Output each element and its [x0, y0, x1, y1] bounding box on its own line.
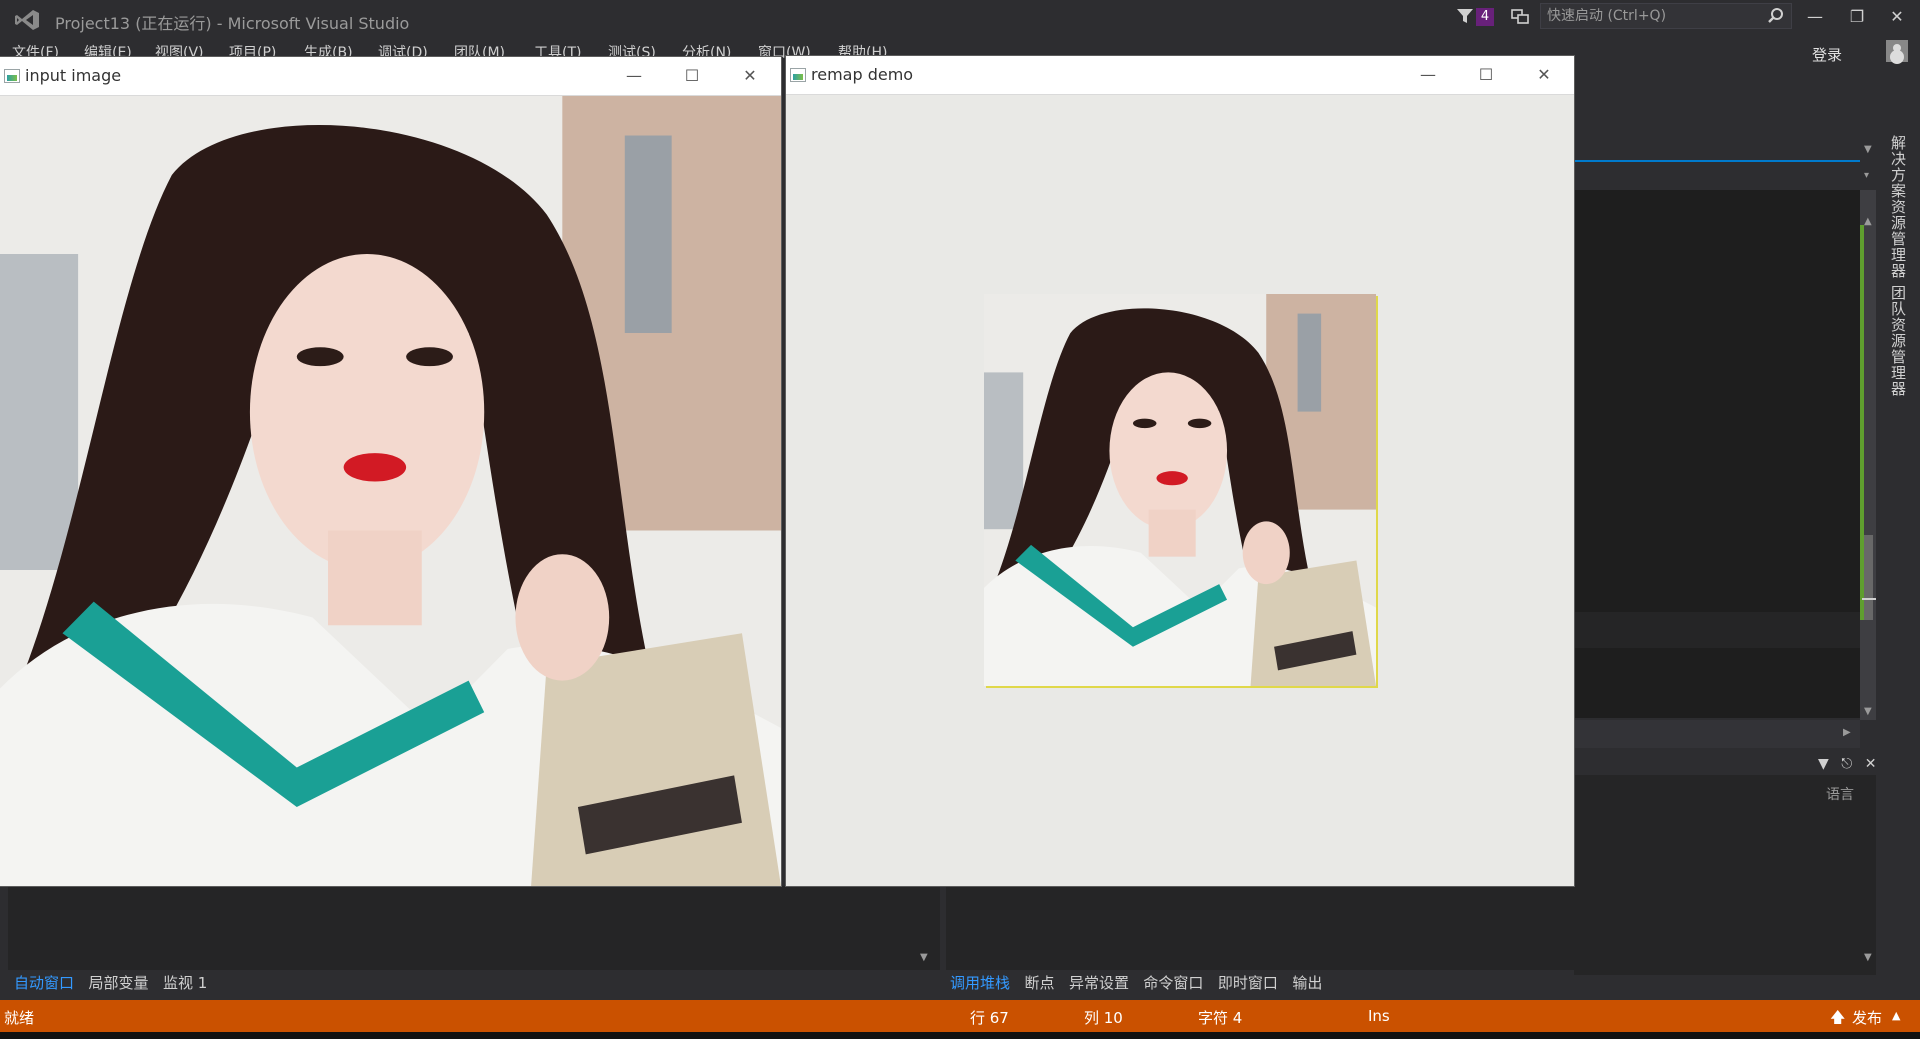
input-window-title: input image: [25, 66, 122, 85]
minimize-icon[interactable]: —: [1798, 4, 1832, 30]
portrait-illustration: [984, 294, 1376, 686]
publish-button[interactable]: 发布: [1852, 1007, 1882, 1028]
bottom-right-tabs: 调用堆栈 断点 异常设置 命令窗口 即时窗口 输出: [950, 972, 1332, 994]
input-image-window[interactable]: input image — ☐ ✕: [0, 57, 781, 886]
quick-launch-box[interactable]: [1540, 3, 1792, 29]
scroll-up-icon[interactable]: ▲: [1864, 216, 1872, 227]
scroll-down-icon[interactable]: ▼: [920, 952, 928, 963]
minimize-icon[interactable]: —: [612, 61, 656, 91]
dropdown-arrow-icon[interactable]: ▾: [1864, 170, 1869, 181]
account-icon[interactable]: [1886, 40, 1908, 62]
tab-output[interactable]: 输出: [1292, 972, 1322, 993]
panel-close-icon[interactable]: ✕: [1865, 756, 1877, 772]
status-bar: 就绪 行 67 列 10 字符 4 Ins 🡅 发布 ▲: [0, 1000, 1920, 1032]
input-image: [0, 96, 781, 886]
dropdown-icon[interactable]: ▼: [1818, 756, 1829, 772]
window-title: Project13 (正在运行) - Microsoft Visual Stud…: [55, 14, 410, 33]
remapped-image: [984, 294, 1376, 686]
bottom-left-tabs: 自动窗口 局部变量 监视 1: [14, 972, 217, 994]
tab-breakpoints[interactable]: 断点: [1024, 972, 1054, 993]
tab-immediate-window[interactable]: 即时窗口: [1218, 972, 1278, 993]
editor-accent-line: [1574, 160, 1860, 162]
publish-arrow-icon[interactable]: 🡅: [1830, 1007, 1845, 1032]
status-column: 列 10: [1084, 1009, 1123, 1027]
status-ready: 就绪: [4, 1009, 35, 1027]
restore-icon[interactable]: ❐: [1840, 4, 1874, 30]
publish-expand-icon[interactable]: ▲: [1892, 1009, 1900, 1022]
panel-controls: ▼ ⎋ ✕: [1818, 756, 1877, 772]
close-icon[interactable]: ✕: [1880, 4, 1914, 30]
tab-locals[interactable]: 局部变量: [88, 972, 148, 993]
scroll-marker: [1862, 598, 1876, 600]
editor-nav-bar: [1574, 150, 1860, 190]
title-bar: Project13 (正在运行) - Microsoft Visual Stud…: [0, 0, 1920, 40]
feedback-icon[interactable]: [1510, 7, 1530, 27]
portrait-illustration: [0, 96, 781, 886]
editor-strip: [1574, 612, 1860, 648]
input-window-titlebar[interactable]: input image — ☐ ✕: [0, 57, 781, 96]
tab-exception-settings[interactable]: 异常设置: [1069, 972, 1129, 993]
remap-window-titlebar[interactable]: remap demo — ☐ ✕: [786, 56, 1574, 95]
search-icon[interactable]: [1767, 7, 1785, 25]
remap-demo-window[interactable]: remap demo — ☐ ✕: [786, 56, 1574, 886]
remap-window-title: remap demo: [811, 65, 914, 84]
status-char: 字符 4: [1198, 1009, 1243, 1027]
tab-autos[interactable]: 自动窗口: [14, 972, 74, 993]
pin-icon[interactable]: ⎋: [1841, 756, 1852, 772]
tab-watch-1[interactable]: 监视 1: [163, 972, 207, 993]
tab-command-window[interactable]: 命令窗口: [1143, 972, 1203, 993]
maximize-icon[interactable]: ☐: [670, 61, 714, 91]
autos-panel[interactable]: [8, 886, 940, 970]
notification-badge[interactable]: 4: [1476, 8, 1494, 26]
status-insert-mode: Ins: [1368, 1007, 1390, 1025]
opencv-window-icon: [4, 69, 20, 83]
status-line: 行 67: [970, 1009, 1009, 1027]
change-indicator: [1860, 225, 1864, 620]
editor-hscroll[interactable]: [1574, 720, 1860, 748]
close-icon[interactable]: ✕: [728, 61, 772, 91]
scrollbar-thumb[interactable]: [1863, 535, 1873, 620]
tab-call-stack[interactable]: 调用堆栈: [950, 972, 1010, 993]
scroll-down-icon[interactable]: ▼: [1864, 706, 1872, 717]
visual-studio-logo-icon: [15, 10, 39, 30]
side-tab-strip: 解决方案资源管理器 团队资源管理器: [1880, 130, 1920, 1030]
quick-launch-input[interactable]: [1541, 4, 1768, 28]
scroll-right-icon[interactable]: ▶: [1843, 727, 1851, 738]
minimize-icon[interactable]: —: [1406, 60, 1450, 90]
tab-solution-explorer[interactable]: 解决方案资源管理器: [1888, 135, 1909, 279]
call-stack-panel[interactable]: [946, 886, 1876, 970]
login-link[interactable]: 登录: [1812, 44, 1842, 65]
dropdown-arrow-icon[interactable]: ▼: [1864, 144, 1872, 155]
maximize-icon[interactable]: ☐: [1464, 60, 1508, 90]
close-icon[interactable]: ✕: [1522, 60, 1566, 90]
tab-team-explorer[interactable]: 团队资源管理器: [1888, 285, 1909, 397]
language-column-header: 语言: [1826, 787, 1854, 803]
scroll-down-icon[interactable]: ▼: [1864, 952, 1872, 963]
taskbar-edge: [0, 1032, 1920, 1039]
opencv-window-icon: [790, 68, 806, 82]
filter-icon[interactable]: [1456, 7, 1474, 25]
